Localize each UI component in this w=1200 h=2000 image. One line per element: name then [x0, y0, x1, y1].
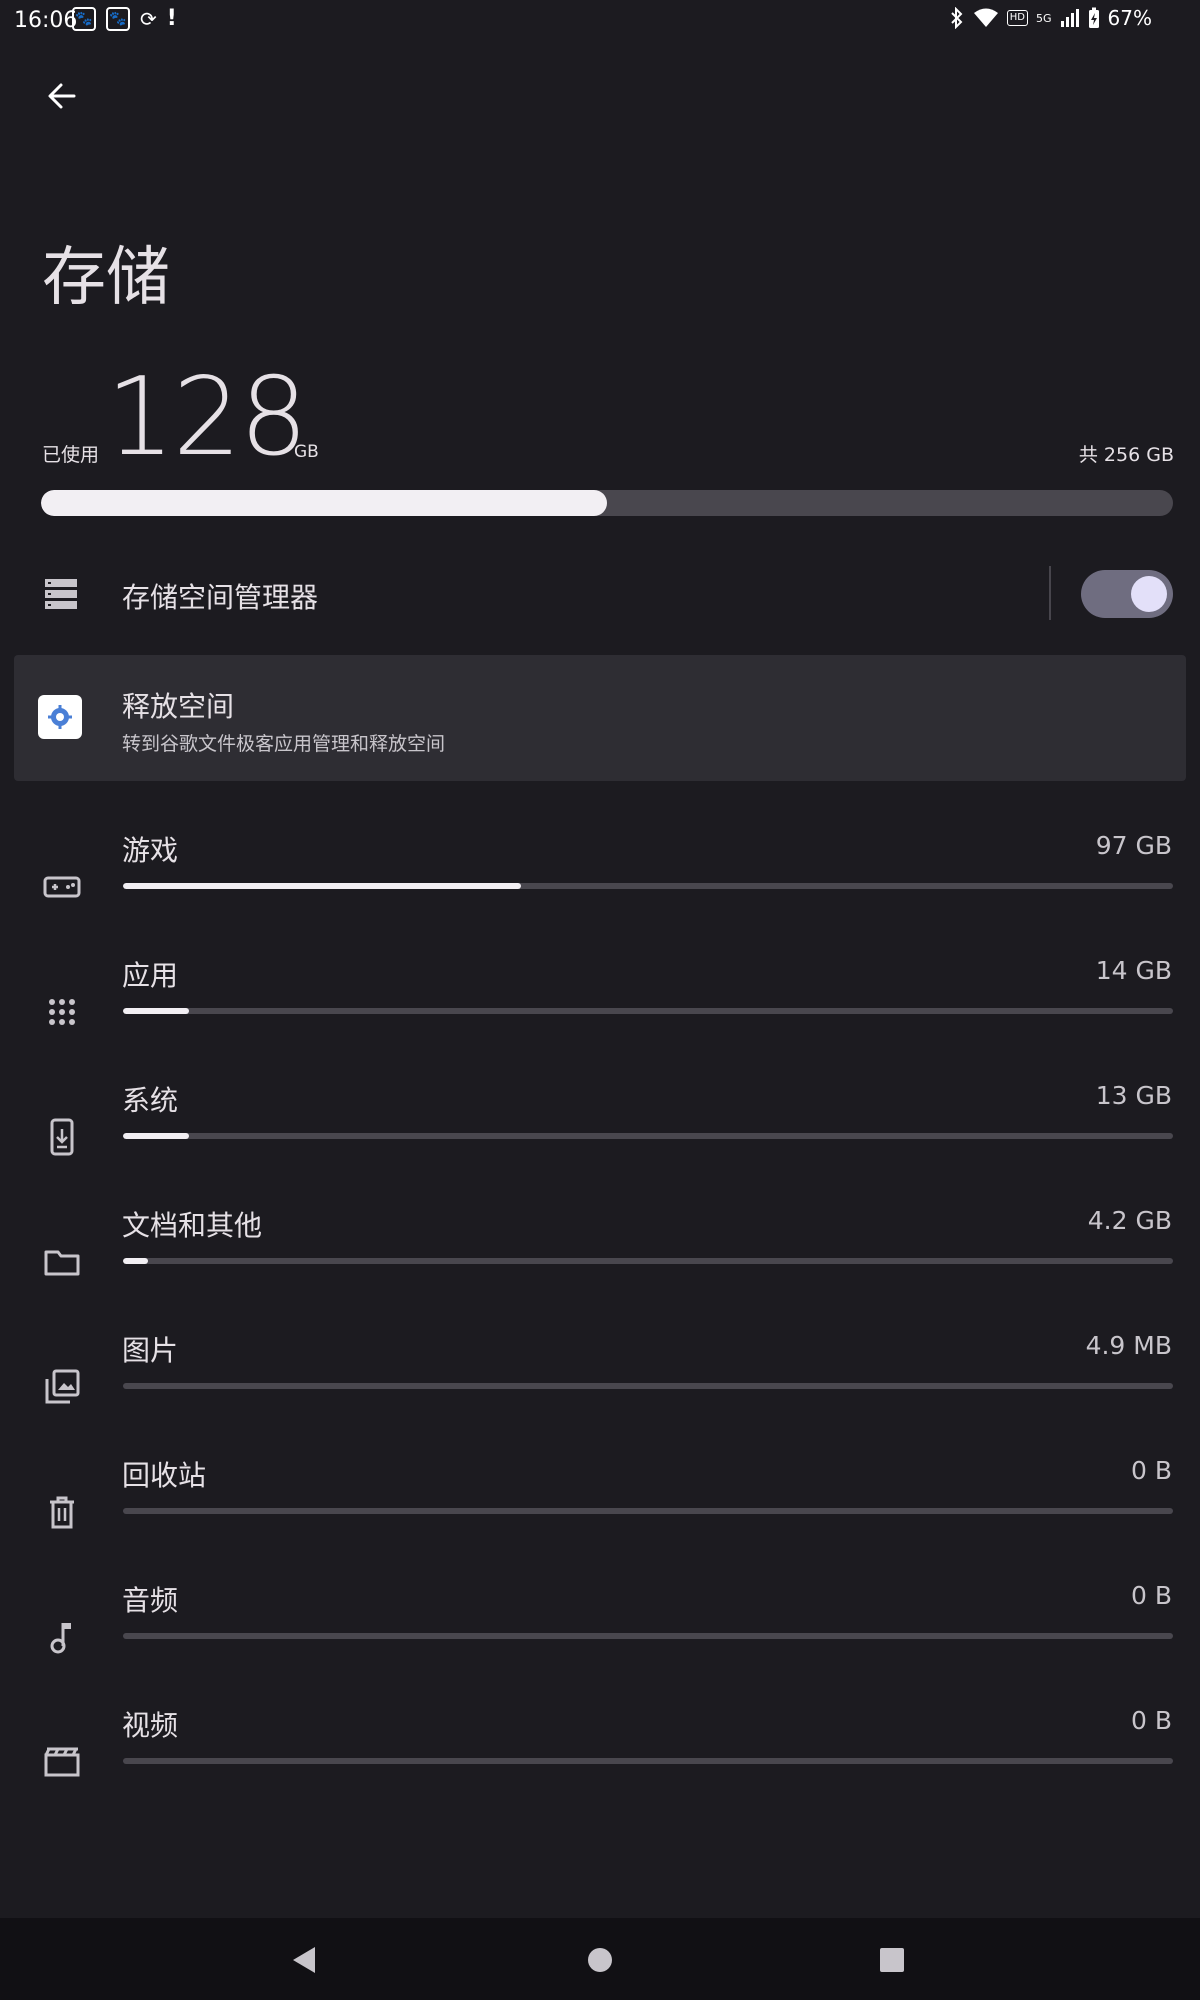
hd-icon: HD: [1006, 10, 1029, 26]
alert-notification-icon: !: [166, 6, 177, 31]
category-row-video[interactable]: 视频 0 B: [0, 1692, 1200, 1817]
category-bar-fill: [123, 1133, 190, 1139]
wifi-icon: [973, 8, 999, 28]
category-bar-fill: [123, 1258, 149, 1264]
folder-icon: [42, 1242, 82, 1282]
free-up-space-card[interactable]: 释放空间 转到谷歌文件极客应用管理和释放空间: [14, 655, 1186, 781]
category-label: 系统: [122, 1084, 179, 1117]
used-label: 已使用: [42, 444, 100, 466]
used-unit: GB: [294, 442, 319, 462]
category-bar: [123, 1008, 1173, 1014]
trash-icon: [42, 1492, 82, 1532]
category-size: 4.9 MB: [1085, 1331, 1172, 1360]
battery-charging-icon: [1088, 7, 1100, 29]
category-bar: [123, 1508, 1173, 1514]
storage-usage-bar: [41, 490, 1173, 516]
nav-back-button[interactable]: [282, 1938, 326, 1982]
category-row-images[interactable]: 图片 4.9 MB: [0, 1317, 1200, 1442]
photo-library-icon: [42, 1367, 82, 1407]
files-app-icon: [38, 695, 82, 739]
toggle-knob: [1131, 576, 1167, 612]
storage-usage-bar-fill: [41, 490, 607, 516]
category-row-system[interactable]: 系统 13 GB: [0, 1067, 1200, 1192]
page-title: 存储: [42, 241, 170, 315]
category-bar: [123, 1758, 1173, 1764]
category-label: 音频: [122, 1584, 179, 1617]
category-bar: [123, 1633, 1173, 1639]
notification-icons: 🐾 🐾 ⟳ !: [72, 6, 177, 31]
category-size: 13 GB: [1095, 1081, 1172, 1110]
nav-home-button[interactable]: [578, 1938, 622, 1982]
music-note-icon: [42, 1617, 82, 1657]
category-size: 0 B: [1130, 1456, 1172, 1485]
category-bar: [123, 1258, 1173, 1264]
category-bar: [123, 1383, 1173, 1389]
storage-manager-toggle[interactable]: [1081, 570, 1173, 618]
storage-manager-row[interactable]: 存储空间管理器: [0, 556, 1200, 632]
system-update-icon: [42, 1117, 82, 1157]
category-row-games[interactable]: 游戏 97 GB: [0, 817, 1200, 942]
category-bar: [123, 1133, 1173, 1139]
apps-grid-icon: [42, 992, 82, 1032]
category-label: 游戏: [122, 834, 179, 867]
nav-recents-icon: [880, 1948, 904, 1972]
free-up-space-title: 释放空间: [122, 690, 235, 723]
nav-home-icon: [588, 1948, 612, 1972]
gamepad-icon: [42, 867, 82, 907]
category-size: 14 GB: [1095, 956, 1172, 985]
category-bar-fill: [123, 883, 521, 889]
divider: [1049, 566, 1051, 620]
category-label: 图片: [122, 1334, 179, 1367]
category-row-trash[interactable]: 回收站 0 B: [0, 1442, 1200, 1567]
movie-icon: [42, 1742, 82, 1782]
category-label: 文档和其他: [122, 1209, 263, 1242]
status-time: 16:06: [14, 8, 78, 33]
signal-icon: [1060, 9, 1080, 27]
bluetooth-icon: [949, 7, 965, 29]
back-button[interactable]: [40, 74, 84, 118]
category-size: 97 GB: [1095, 831, 1172, 860]
system-status-icons: HD 5G 67%: [949, 6, 1152, 30]
arrow-back-icon: [48, 83, 76, 109]
free-up-space-subtitle: 转到谷歌文件极客应用管理和释放空间: [122, 733, 446, 755]
category-size: 0 B: [1130, 1706, 1172, 1735]
storage-manager-label: 存储空间管理器: [122, 581, 319, 614]
paw-notification-icon: 🐾: [72, 6, 96, 31]
category-size: 4.2 GB: [1087, 1206, 1172, 1235]
category-row-apps[interactable]: 应用 14 GB: [0, 942, 1200, 1067]
storage-list-icon: [45, 579, 77, 609]
network-type: 5G: [1036, 11, 1052, 25]
navigation-bar: [0, 1918, 1200, 2000]
total-capacity-label: 共 256 GB: [1078, 444, 1174, 466]
status-bar: 16:06 🐾 🐾 ⟳ ! HD 5G 67%: [0, 0, 1200, 44]
category-label: 视频: [122, 1709, 179, 1742]
sync-notification-icon: ⟳: [140, 6, 157, 31]
nav-recents-button[interactable]: [870, 1938, 914, 1982]
category-bar-fill: [123, 1008, 190, 1014]
paw-notification-icon: 🐾: [106, 6, 130, 31]
category-label: 回收站: [122, 1459, 207, 1492]
category-row-documents[interactable]: 文档和其他 4.2 GB: [0, 1192, 1200, 1317]
category-label: 应用: [122, 959, 179, 992]
category-row-audio[interactable]: 音频 0 B: [0, 1567, 1200, 1692]
nav-back-icon: [293, 1947, 315, 1973]
battery-percent: 67%: [1107, 6, 1152, 30]
category-size: 0 B: [1130, 1581, 1172, 1610]
used-value: 128: [106, 355, 308, 480]
category-bar: [123, 883, 1173, 889]
